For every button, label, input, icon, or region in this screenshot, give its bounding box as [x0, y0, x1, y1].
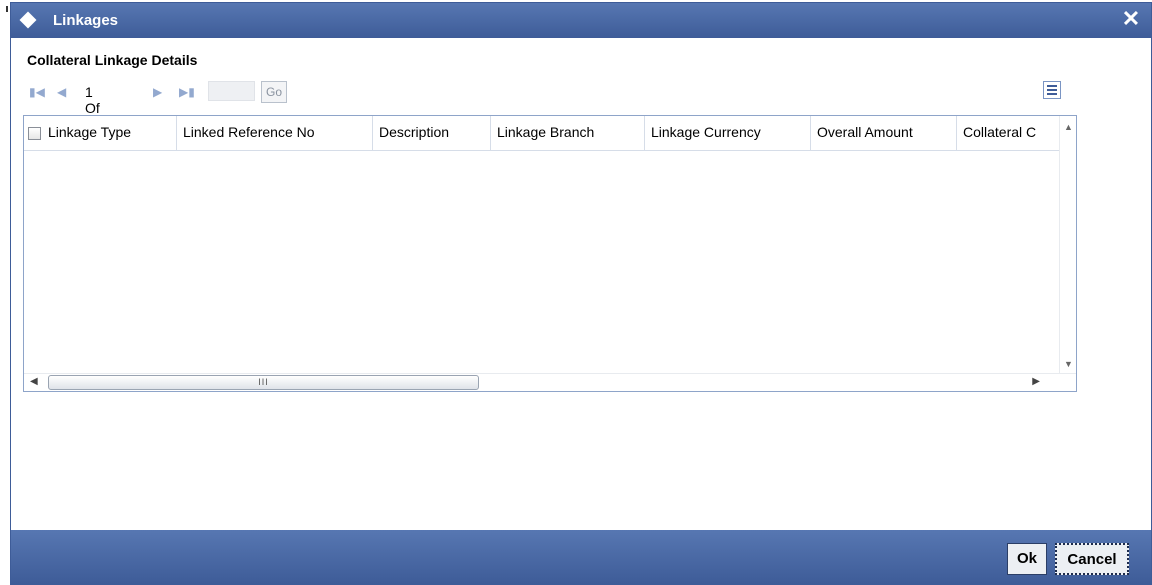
- last-page-icon[interactable]: ▶▮: [179, 81, 195, 103]
- ok-button[interactable]: Ok: [1007, 543, 1047, 575]
- column-label: Linkage Type: [48, 124, 132, 140]
- linkages-dialog: Linkages ✕ Collateral Linkage Details ▮◀…: [10, 2, 1152, 585]
- column-header-linkage-branch[interactable]: Linkage Branch: [491, 116, 645, 150]
- diamond-icon: [19, 11, 37, 29]
- dialog-title: Linkages: [53, 12, 119, 29]
- column-header-description[interactable]: Description: [373, 116, 491, 150]
- next-page-icon[interactable]: ▶: [153, 81, 162, 103]
- prev-page-icon[interactable]: ◀: [57, 81, 66, 103]
- first-page-icon[interactable]: ▮◀: [29, 81, 45, 103]
- page-number-input[interactable]: [208, 81, 255, 101]
- horizontal-scrollbar[interactable]: ◀ III ▶: [24, 373, 1076, 391]
- table-header: Linkage Type Linked Reference No Descrip…: [24, 116, 1060, 151]
- column-header-overall-amount[interactable]: Overall Amount: [811, 116, 957, 150]
- close-button[interactable]: ✕: [1119, 6, 1143, 32]
- cancel-button[interactable]: Cancel: [1055, 543, 1129, 575]
- scroll-up-icon[interactable]: ▲: [1064, 122, 1073, 132]
- column-header-linkage-type[interactable]: Linkage Type: [24, 116, 177, 150]
- scroll-down-icon[interactable]: ▼: [1064, 359, 1073, 369]
- column-header-linked-reference-no[interactable]: Linked Reference No: [177, 116, 373, 150]
- window-corner-mark: [6, 6, 8, 12]
- linkage-table: Linkage Type Linked Reference No Descrip…: [23, 115, 1077, 392]
- column-header-collateral[interactable]: Collateral C: [957, 116, 1060, 150]
- dialog-titlebar: Linkages ✕: [11, 3, 1151, 38]
- go-button[interactable]: Go: [261, 81, 287, 103]
- dialog-footer: Ok Cancel: [11, 530, 1151, 584]
- scroll-right-icon[interactable]: ▶: [1032, 376, 1040, 387]
- column-header-linkage-currency[interactable]: Linkage Currency: [645, 116, 811, 150]
- horizontal-scroll-thumb[interactable]: III: [48, 375, 479, 390]
- column-settings-icon[interactable]: [1043, 81, 1061, 99]
- vertical-scrollbar[interactable]: ▲ ▼: [1059, 116, 1076, 373]
- scroll-left-icon[interactable]: ◀: [30, 376, 38, 387]
- section-title: Collateral Linkage Details: [27, 52, 198, 68]
- select-all-checkbox[interactable]: [28, 127, 41, 140]
